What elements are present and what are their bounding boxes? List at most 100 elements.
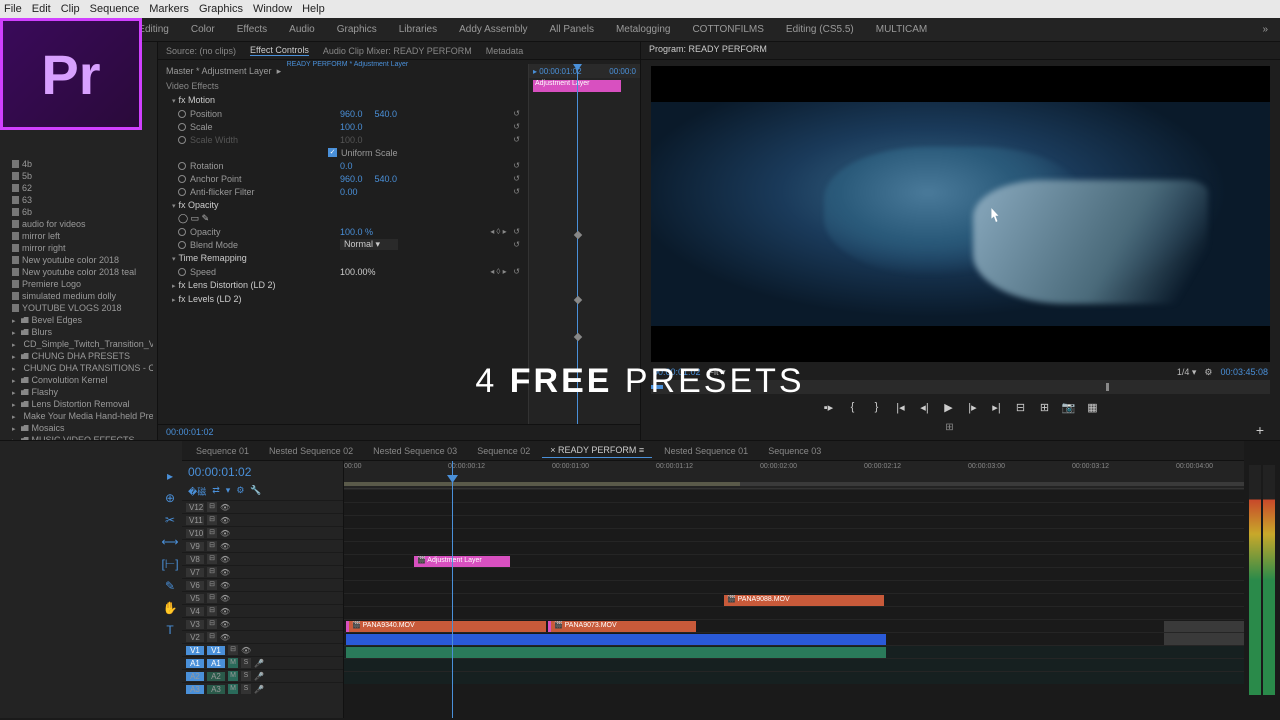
step-forward-icon[interactable]: |▸ (966, 401, 980, 414)
track-lane[interactable]: 🎬 PANA9088.MOV (344, 593, 1244, 606)
video-track-header[interactable]: V11⊟👁 (182, 513, 343, 526)
workspace-bar[interactable]: LearningAssemblyEditingColorEffectsAudio… (0, 18, 1280, 42)
tree-item[interactable]: Lens Distortion Removal (4, 398, 153, 410)
workspace-audio[interactable]: Audio (289, 24, 315, 35)
tree-item[interactable]: CD_Simple_Twitch_Transition_V (4, 338, 153, 350)
menu-markers[interactable]: Markers (149, 3, 189, 15)
tree-item[interactable]: 62 (4, 182, 153, 194)
snap-icon[interactable]: �磁 (188, 485, 206, 498)
lift-icon[interactable]: ⊟ (1014, 401, 1028, 414)
menu-sequence[interactable]: Sequence (90, 3, 140, 15)
track-lane[interactable] (344, 606, 1244, 619)
tool-icon[interactable]: ✎ (165, 579, 175, 593)
track-lane[interactable]: 🎬 Adjustment Layer (344, 554, 1244, 567)
seq-tab[interactable]: Sequence 03 (760, 444, 829, 458)
track-lane[interactable] (344, 502, 1244, 515)
tree-item[interactable]: Make Your Media Hand-held Pre (4, 410, 153, 422)
tree-item[interactable]: Premiere Logo (4, 278, 153, 290)
tool-icon[interactable]: ⊕ (165, 491, 175, 505)
workspace-addy-assembly[interactable]: Addy Assembly (459, 24, 527, 35)
tool-icon[interactable]: ⟷ (161, 535, 178, 549)
timeline-clip[interactable]: 🎬 PANA9340.MOV (346, 621, 546, 632)
seq-tab[interactable]: Nested Sequence 03 (365, 444, 465, 458)
export-frame-icon[interactable]: 📷 (1062, 401, 1076, 414)
prop-scale-width[interactable]: Scale Width100.0↺ (158, 133, 528, 146)
tree-item[interactable]: mirror right (4, 242, 153, 254)
prop-scale[interactable]: Scale100.0↺ (158, 120, 528, 133)
video-track-header[interactable]: V1V1⊟👁 (182, 643, 343, 656)
tree-item[interactable]: Mosaics (4, 422, 153, 434)
video-track-header[interactable]: V8⊟👁 (182, 552, 343, 565)
tab-effect-controls[interactable]: Effect Controls (250, 45, 309, 56)
tree-item[interactable]: New youtube color 2018 (4, 254, 153, 266)
video-track-header[interactable]: V5⊟👁 (182, 591, 343, 604)
timeline-clip[interactable] (346, 634, 886, 645)
track-lane[interactable] (344, 658, 1244, 671)
track-headers[interactable]: 00:00:01:02 �磁⇄▾⚙🔧 V12⊟👁V11⊟👁V10⊟👁V9⊟👁V8… (182, 461, 344, 718)
settings-icon[interactable]: ⚙ (236, 485, 244, 498)
seq-tab[interactable]: Nested Sequence 01 (656, 444, 756, 458)
ec-timecode[interactable]: 00:00:01:02 (158, 424, 640, 440)
tab-audio-mixer[interactable]: Audio Clip Mixer: READY PERFORM (323, 46, 472, 56)
timeline-tracks[interactable]: 00:0000:00:00:1200:00:01:0000:00:01:1200… (344, 461, 1244, 718)
prop-rotation[interactable]: Rotation0.0↺ (158, 159, 528, 172)
menu-edit[interactable]: Edit (32, 3, 51, 15)
workspace-editing[interactable]: Editing (138, 24, 169, 35)
mark-in-icon[interactable]: { (846, 401, 860, 413)
settings-icon[interactable]: ⚙ (1204, 367, 1212, 378)
audio-track-header[interactable]: A1A1MS🎤 (182, 656, 343, 669)
track-lane[interactable] (344, 671, 1244, 684)
video-track-header[interactable]: V10⊟👁 (182, 526, 343, 539)
add-marker-icon[interactable]: ▪▸ (822, 401, 836, 414)
marker-icon[interactable]: ▾ (226, 485, 231, 498)
tree-item[interactable]: 4b (4, 158, 153, 170)
tree-item[interactable]: New youtube color 2018 teal (4, 266, 153, 278)
tree-item[interactable]: mirror left (4, 230, 153, 242)
workspace-editing-cs5-5-[interactable]: Editing (CS5.5) (786, 24, 854, 35)
tree-item[interactable]: Blurs (4, 326, 153, 338)
resolution-dropdown[interactable]: 1/4 ▾ (1177, 367, 1197, 378)
tool-icon[interactable]: T (166, 623, 173, 637)
keyframe-icon[interactable] (574, 296, 582, 304)
seq-tab[interactable]: Sequence 01 (188, 444, 257, 458)
play-icon[interactable]: ▶ (942, 401, 956, 414)
safe-margins-icon[interactable]: ⊞ (945, 422, 953, 433)
tree-item[interactable]: audio for videos (4, 218, 153, 230)
menu-graphics[interactable]: Graphics (199, 3, 243, 15)
video-track-header[interactable]: V3⊟👁 (182, 617, 343, 630)
tree-item[interactable]: Bevel Edges (4, 314, 153, 326)
tab-metadata[interactable]: Metadata (486, 46, 524, 56)
fx-lens-distortion[interactable]: fx Lens Distortion (LD 2) (158, 278, 528, 292)
step-back-icon[interactable]: ◂| (918, 401, 932, 414)
tree-item[interactable]: 5b (4, 170, 153, 182)
mark-out-icon[interactable]: } (870, 401, 884, 413)
video-track-header[interactable]: V4⊟👁 (182, 604, 343, 617)
tool-icon[interactable]: ✂ (165, 513, 175, 527)
audio-track-header[interactable]: A3A3MS🎤 (182, 682, 343, 695)
track-lane[interactable]: 🎬 PANA9340.MOV🎬 PANA9073.MOV (344, 619, 1244, 632)
fx-time-remapping[interactable]: Time Remapping (158, 251, 528, 265)
tool-icon[interactable]: [⊢] (161, 557, 178, 571)
prop-anchor-point[interactable]: Anchor Point960.0540.0↺ (158, 172, 528, 185)
timeline-timecode[interactable]: 00:00:01:02 (182, 461, 343, 483)
timeline-clip[interactable]: 🎬 PANA9088.MOV (724, 595, 884, 606)
timeline-tools[interactable]: ▸⊕✂⟷[⊢]✎✋T (158, 441, 182, 718)
opacity-masks[interactable]: ◯ ▭ ✎ (158, 212, 528, 225)
fx-opacity[interactable]: fx Opacity (158, 198, 528, 212)
timeline-ruler[interactable]: 00:0000:00:00:1200:00:01:0000:00:01:1200… (344, 461, 1244, 489)
seq-tab[interactable]: Nested Sequence 02 (261, 444, 361, 458)
prop-uniform[interactable]: ✓Uniform Scale (158, 146, 528, 159)
keyframe-icon[interactable] (574, 231, 582, 239)
prop-anti-flicker-filter[interactable]: Anti-flicker Filter0.00↺ (158, 185, 528, 198)
track-lane[interactable] (344, 645, 1244, 658)
tree-item[interactable]: Convolution Kernel (4, 374, 153, 386)
timeline-panel[interactable]: ▸⊕✂⟷[⊢]✎✋T Sequence 01Nested Sequence 02… (158, 441, 1280, 718)
prop-opacity[interactable]: Opacity100.0 %◂ ◊ ▸ ↺ (158, 225, 528, 238)
workspace-multicam[interactable]: MULTICAM (876, 24, 927, 35)
tree-item[interactable]: YOUTUBE VLOGS 2018 (4, 302, 153, 314)
track-lane[interactable] (344, 580, 1244, 593)
workspace-effects[interactable]: Effects (237, 24, 267, 35)
workspace-metalogging[interactable]: Metalogging (616, 24, 670, 35)
button-editor-icon[interactable]: ▦ (1086, 401, 1100, 414)
fx-motion[interactable]: fx Motion (158, 93, 528, 107)
